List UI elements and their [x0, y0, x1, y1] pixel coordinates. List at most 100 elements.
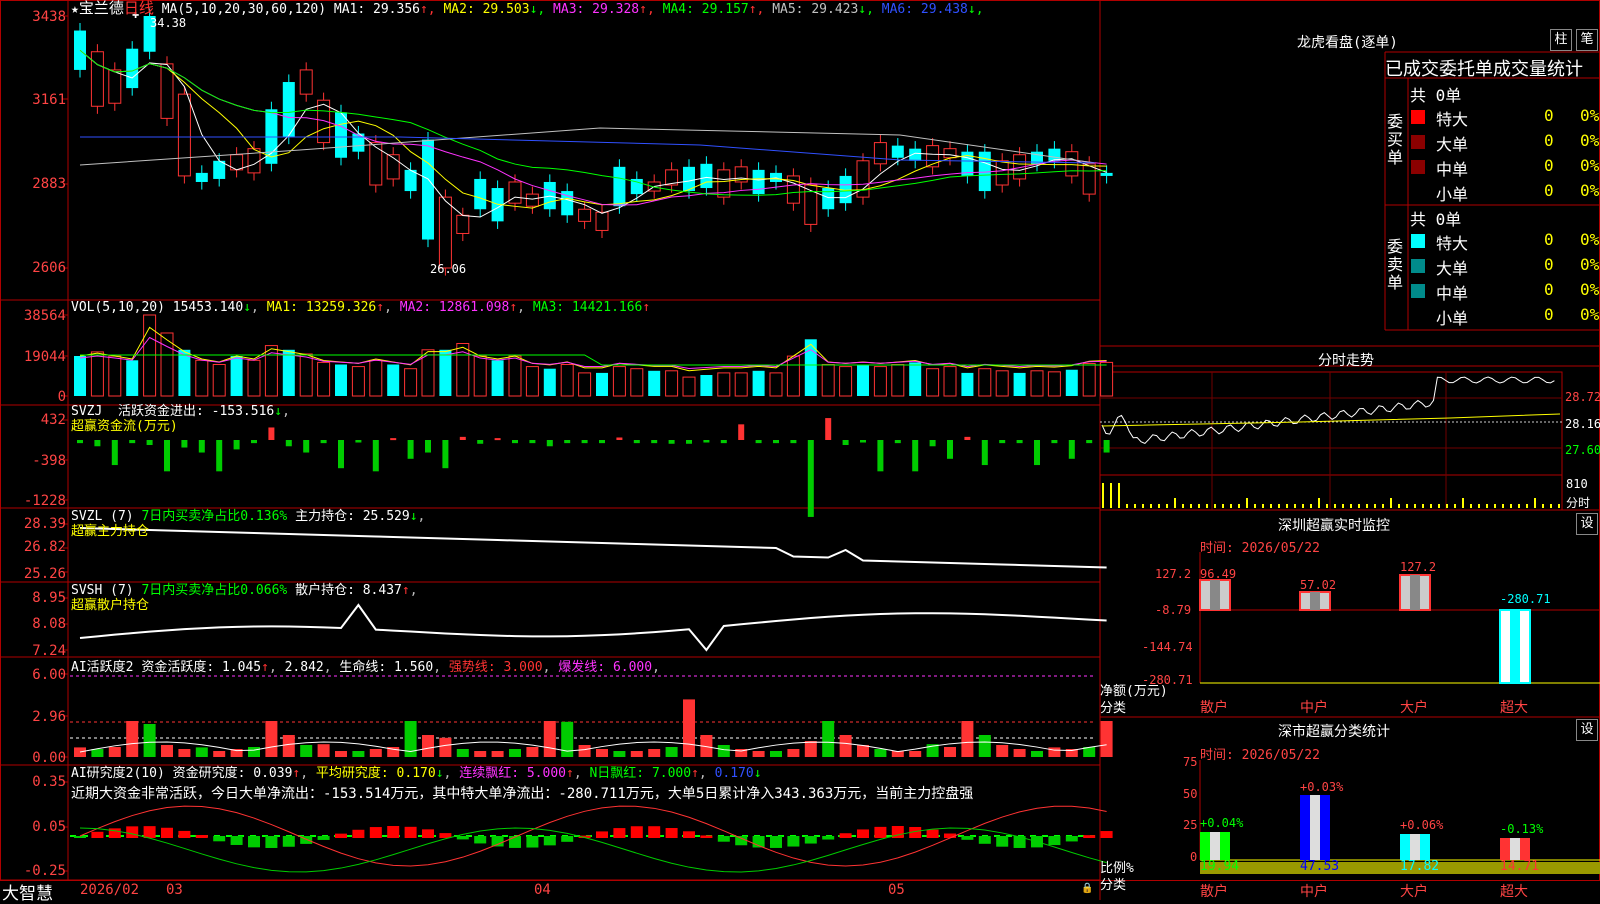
candle-body: [525, 193, 539, 207]
money-flow-bar: [546, 440, 553, 447]
money-flow-bar: [807, 440, 814, 517]
intraday-volume-bar: [1550, 504, 1552, 508]
activity-bar: [752, 751, 765, 757]
money-flow-bar: [233, 440, 240, 450]
sz-monitor-tick: -8.79: [1155, 603, 1192, 617]
candle-body: [700, 163, 713, 189]
lock-icon[interactable]: 🔒: [1081, 883, 1093, 894]
svsh-text: 散户持仓: 8.437: [295, 583, 402, 598]
intraday-volume-bar: [1262, 504, 1264, 508]
bar-value-label: +0.04%: [1200, 816, 1244, 830]
favorite-star-icon[interactable]: ★: [71, 2, 79, 17]
activity-bar: [1031, 751, 1043, 757]
money-flow-bar: [981, 440, 988, 466]
intraday-volume-bar: [1246, 498, 1248, 508]
order-percent: 0%: [1580, 156, 1600, 175]
stat-title: 已成交委托单成交量统计: [1385, 59, 1583, 80]
ai2-tick: 0.05: [32, 819, 66, 835]
candle-body: [456, 214, 470, 234]
order-percent: 0%: [1580, 106, 1600, 125]
money-flow-bar: [738, 424, 745, 440]
class-value-label: 14.71: [1500, 859, 1540, 874]
candle-body: [770, 172, 782, 182]
bar-value-label: 127.2: [1400, 560, 1437, 574]
money-flow-bar: [860, 440, 866, 443]
activity-bar: [108, 747, 121, 757]
ai2-sentence: 近期大资金非常活跃，今日大单净流出：-153.514万元，其中特大单净流出：-2…: [71, 786, 974, 802]
activity-bar: [491, 751, 504, 757]
intraday-volume-bar: [1478, 504, 1480, 508]
chart-canvas[interactable]: ✚: [0, 0, 1600, 900]
tick-mode-button[interactable]: 笔: [1576, 29, 1598, 51]
research-bar: [248, 836, 260, 848]
brand-label: 大智慧: [2, 884, 53, 904]
sz-class-time: 时间: 2026/05/22: [1200, 748, 1320, 763]
volume-bar: [752, 370, 765, 396]
candle-body: [595, 211, 609, 231]
research-bar: [369, 827, 382, 838]
research-bar: [161, 827, 173, 838]
candle-body: [177, 93, 191, 177]
bar-value-label: 96.49: [1200, 567, 1237, 581]
money-flow-bar: [633, 440, 640, 444]
volume-bar: [351, 366, 365, 397]
vol-tick: 38564: [23, 308, 66, 324]
research-bar: [683, 831, 695, 838]
order-type: 小单: [1436, 185, 1469, 204]
class-value-label: 17.82: [1400, 859, 1440, 874]
candle-body: [891, 145, 904, 158]
research-bar: [735, 836, 748, 846]
order-count: 0: [1544, 280, 1554, 299]
volume-bar: [926, 368, 940, 397]
vol-tick: 0: [57, 389, 66, 405]
candle-body: [335, 112, 347, 158]
intraday-avg-line: [1101, 413, 1561, 427]
ai1-tick: 6.00: [32, 667, 66, 683]
bar-mode-button[interactable]: 柱: [1550, 29, 1572, 51]
activity-bar: [857, 745, 869, 757]
ma-value: MA1: 29.356: [333, 2, 420, 17]
svsh-ratio: 7日内买卖净占比0.066%: [141, 583, 288, 598]
activity-bar: [352, 751, 365, 757]
intraday-volume-bar: [1182, 504, 1184, 508]
money-flow-bar: [1086, 440, 1093, 444]
order-count: 0: [1544, 255, 1554, 274]
intraday-volume-bar: [1254, 504, 1256, 508]
ai1-arrow: ↑: [261, 660, 269, 675]
order-count: 0: [1544, 181, 1554, 200]
volume-bar: [90, 351, 104, 397]
volume-bar: [126, 360, 139, 396]
intraday-tick: 28.16: [1565, 417, 1600, 431]
class-ratio-bar-shade: [1410, 834, 1420, 860]
volume-bar: [230, 356, 243, 396]
order-type: 大单: [1436, 259, 1469, 278]
research-bar: [74, 836, 86, 838]
svzl-header: SVZL (7) 7日内买卖净占比0.136% 主力持仓: 25.529↓,: [71, 509, 426, 524]
category-label: 超大: [1500, 884, 1528, 900]
intraday-volume-bar: [1302, 504, 1304, 508]
money-flow-bar: [686, 440, 692, 444]
activity-bar: [613, 751, 626, 757]
research-bar: [1083, 835, 1096, 838]
volume-bar: [369, 359, 383, 397]
vol-ma1: MA1: 13259.326: [266, 300, 377, 315]
intraday-volume-bar: [1374, 504, 1376, 508]
volume-bar: [821, 363, 835, 397]
money-flow-bar: [425, 440, 431, 453]
intraday-volume-bar: [1518, 504, 1520, 508]
money-flow-bar: [755, 440, 762, 444]
money-flow-bar: [459, 436, 466, 440]
intraday-tick: 28.72: [1565, 390, 1600, 404]
period-label[interactable]: 日线: [124, 0, 154, 17]
candle-body: [108, 69, 122, 104]
order-percent: 0%: [1580, 131, 1600, 150]
money-flow-bar: [668, 440, 675, 444]
volume-bar: [404, 368, 418, 397]
intraday-volume-bar: [1446, 504, 1448, 508]
order-count: 0: [1544, 305, 1554, 324]
sz-monitor-settings-button[interactable]: 设: [1576, 513, 1598, 535]
order-color-swatch: [1411, 259, 1425, 273]
volume-bar: [717, 372, 731, 397]
svsh-tick: 8.08: [32, 616, 66, 632]
sz-class-settings-button[interactable]: 设: [1576, 719, 1598, 741]
